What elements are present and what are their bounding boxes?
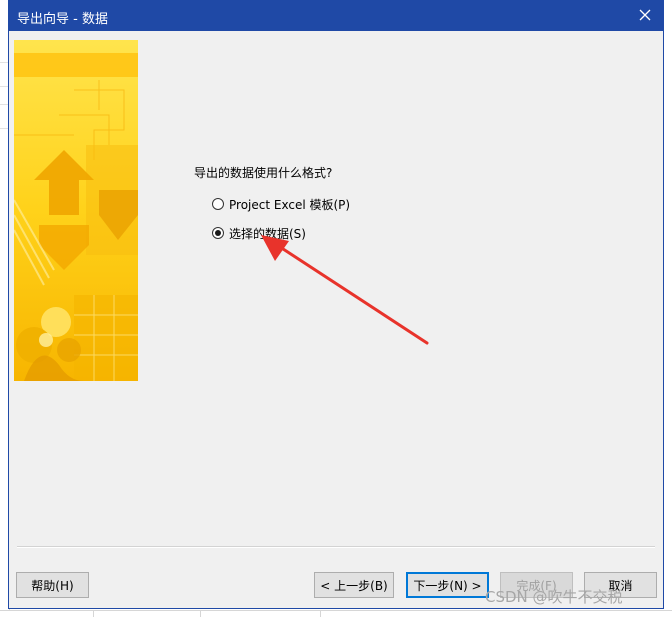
back-button[interactable]: < 上一步(B) <box>314 572 394 598</box>
radio-selected-data[interactable] <box>212 227 224 239</box>
close-button[interactable] <box>633 4 657 28</box>
wizard-banner-image <box>14 40 138 381</box>
radio-project-excel-template[interactable] <box>212 198 224 210</box>
background-gridline <box>200 610 201 617</box>
help-button[interactable]: 帮助(H) <box>16 572 89 598</box>
footer-divider <box>17 546 655 548</box>
background-gridline <box>320 610 321 617</box>
export-wizard-dialog: 导出向导 - 数据 导出的数据使用什么格式? Project Excel 模板(… <box>8 0 664 609</box>
dialog-title: 导出向导 - 数据 <box>17 12 108 27</box>
title-bar: 导出向导 - 数据 <box>9 1 663 31</box>
option-project-excel-template[interactable]: Project Excel 模板(P) <box>212 195 350 213</box>
annotation-arrow-icon <box>261 235 429 345</box>
format-question: 导出的数据使用什么格式? <box>194 166 333 180</box>
option-label: Project Excel 模板(P) <box>229 197 351 212</box>
watermark-text: CSDN @吹牛不交税 <box>485 588 623 606</box>
background-gridline <box>93 610 94 617</box>
close-icon <box>639 9 651 21</box>
next-button[interactable]: 下一步(N) > <box>406 572 489 598</box>
